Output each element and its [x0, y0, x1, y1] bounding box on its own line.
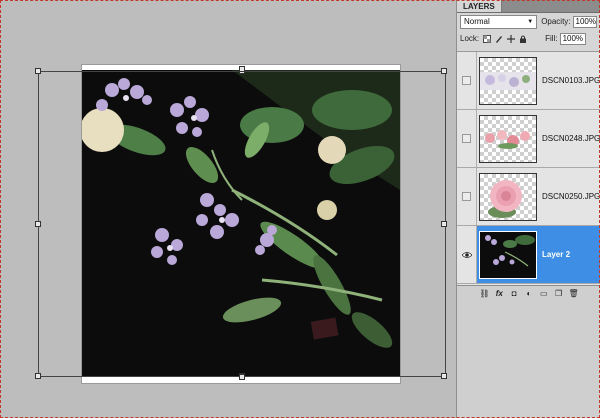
layer-thumbnail — [479, 56, 537, 105]
transform-handle-top-left[interactable] — [35, 68, 41, 74]
opacity-label: Opacity: — [541, 17, 571, 26]
tab-layers[interactable]: LAYERS — [457, 0, 502, 12]
thumbnail-image — [480, 71, 536, 90]
chevron-down-icon: ▼ — [527, 18, 534, 25]
visibility-toggle[interactable] — [457, 110, 477, 167]
visibility-off-box — [462, 192, 471, 201]
eye-icon — [461, 251, 472, 258]
blend-mode-value: Normal — [464, 17, 490, 26]
layer-name[interactable]: DSCN0250.JPG — [542, 192, 600, 201]
document-bottom-handle[interactable] — [239, 374, 245, 380]
visibility-toggle[interactable] — [457, 52, 477, 109]
layers-list: DSCN0103.JPG DSCN0248.JPG DSCN0250.JPG L… — [457, 51, 600, 285]
fx-icon[interactable]: fx — [494, 289, 504, 299]
layer-row-dscn0250[interactable]: DSCN0250.JPG — [457, 168, 600, 226]
canvas-workspace[interactable] — [0, 0, 456, 418]
trash-icon[interactable]: 🗑 — [568, 289, 578, 299]
mask-icon[interactable]: ◘ — [509, 289, 519, 299]
layers-panel: LAYERS Normal ▼ Opacity: 100% Lock: Fill… — [456, 0, 600, 418]
fill-input[interactable]: 100% — [559, 32, 586, 45]
thumbnail-image — [488, 179, 522, 218]
layer-name[interactable]: DSCN0103.JPG — [542, 76, 600, 85]
visibility-off-box — [462, 134, 471, 143]
lock-transparent-icon[interactable] — [483, 34, 492, 43]
new-layer-icon[interactable]: ❐ — [554, 289, 564, 299]
layer-thumbnail — [479, 172, 537, 221]
visibility-toggle[interactable] — [457, 168, 477, 225]
visibility-off-box — [462, 76, 471, 85]
document-top-handle[interactable] — [239, 66, 245, 72]
transform-handle-top-right[interactable] — [441, 68, 447, 74]
transform-handle-left[interactable] — [35, 221, 41, 227]
transform-handle-bottom-right[interactable] — [441, 373, 447, 379]
lock-icons — [483, 34, 527, 43]
group-folder-icon[interactable]: ▭ — [539, 289, 549, 299]
lock-brush-icon[interactable] — [495, 35, 503, 43]
blend-opacity-row: Normal ▼ Opacity: 100% — [457, 13, 600, 30]
layer-row-dscn0248[interactable]: DSCN0248.JPG — [457, 110, 600, 168]
layer-name[interactable]: DSCN0248.JPG — [542, 134, 600, 143]
blend-mode-select[interactable]: Normal ▼ — [460, 14, 538, 29]
link-icon[interactable]: ⛓ — [479, 289, 489, 299]
lock-all-icon[interactable] — [519, 35, 527, 43]
transform-bounding-box[interactable] — [35, 68, 447, 379]
layers-panel-footer: ⛓ fx ◘ ◐ ▭ ❐ 🗑 — [457, 285, 600, 301]
layer-row-dscn0103[interactable]: DSCN0103.JPG — [457, 52, 600, 110]
lock-move-icon[interactable] — [507, 34, 516, 43]
adjustment-icon[interactable]: ◐ — [524, 289, 534, 299]
fill-label: Fill: — [545, 34, 558, 43]
lock-fill-row: Lock: Fill: 100% — [457, 30, 600, 47]
visibility-toggle[interactable] — [457, 226, 477, 283]
lock-label: Lock: — [460, 34, 480, 43]
transform-handle-right[interactable] — [441, 221, 447, 227]
layer-name[interactable]: Layer 2 — [542, 250, 570, 259]
thumbnail-image — [485, 129, 530, 149]
transform-handle-bottom-left[interactable] — [35, 373, 41, 379]
panel-tab-bar: LAYERS — [457, 0, 600, 13]
layer-thumbnail — [479, 114, 537, 163]
layer-row-layer-2[interactable]: Layer 2 — [457, 226, 600, 284]
panel-empty-area — [457, 301, 600, 418]
opacity-input[interactable]: 100% — [572, 15, 597, 28]
thumbnail-image — [480, 231, 536, 278]
layer-thumbnail — [479, 230, 537, 279]
